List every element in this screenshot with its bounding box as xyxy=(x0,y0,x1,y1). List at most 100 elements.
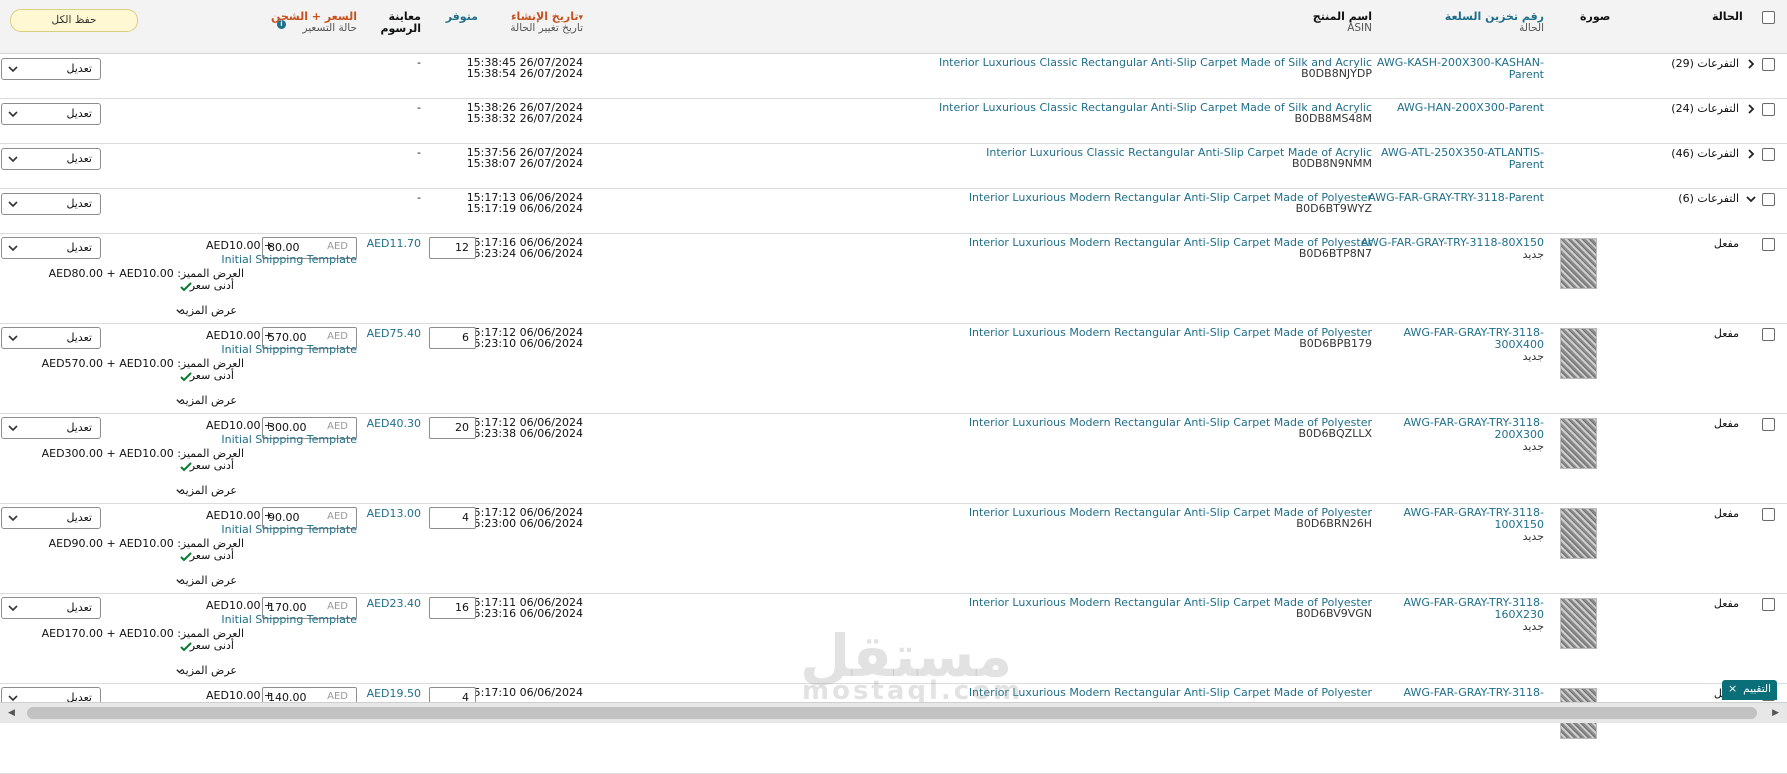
fees-link[interactable]: AED19.50 xyxy=(367,687,421,700)
chevron-down-icon[interactable] xyxy=(1744,192,1758,206)
shipping-template-link[interactable]: Initial Shipping Template xyxy=(221,433,357,446)
row-checkbox[interactable] xyxy=(1762,103,1775,116)
fees-link[interactable]: AED40.30 xyxy=(367,417,421,430)
chevron-down-icon[interactable] xyxy=(175,306,184,319)
show-more-link[interactable]: عرض المزيد xyxy=(180,304,237,317)
quantity-input[interactable]: 4 xyxy=(429,507,476,529)
product-thumbnail[interactable] xyxy=(1560,598,1597,649)
scroll-right-icon[interactable]: ▶ xyxy=(1772,708,1779,718)
parent-row: التفرعات (29) AWG-KASH-200X300-KASHAN- Par… xyxy=(0,54,1787,99)
header-created-sub: تاريخ تغيير الحالة xyxy=(510,22,583,34)
asin: B0D6BV9VGN xyxy=(1295,607,1372,620)
variations-link[interactable]: التفرعات (6) xyxy=(1678,192,1739,205)
check-icon xyxy=(180,462,192,472)
horizontal-scrollbar[interactable]: ◀ ▶ xyxy=(0,702,1787,723)
status-date: 15:23:16 06/06/2024 xyxy=(466,607,583,620)
chevron-right-icon[interactable] xyxy=(1744,147,1758,161)
quantity-input[interactable]: 12 xyxy=(429,237,476,259)
variations-link[interactable]: التفرعات (29) xyxy=(1671,57,1739,70)
row-checkbox[interactable] xyxy=(1762,418,1775,431)
status-date: 15:38:54 26/07/2024 xyxy=(466,67,583,80)
variations-link[interactable]: التفرعات (24) xyxy=(1671,102,1739,115)
product-name-link[interactable]: Interior Luxurious Modern Rectangular An… xyxy=(969,686,1372,699)
chevron-down-icon[interactable] xyxy=(175,576,184,589)
info-icon[interactable]: i xyxy=(277,20,286,29)
shipping-template-link[interactable]: Initial Shipping Template xyxy=(221,613,357,626)
asin: B0DB8MS48M xyxy=(1294,112,1372,125)
lowest-price-label: أدنى سعر xyxy=(189,549,234,562)
product-thumbnail[interactable] xyxy=(1560,508,1597,559)
close-icon[interactable]: × xyxy=(1728,682,1737,695)
header-available[interactable]: متوفر xyxy=(446,10,478,23)
shipping-template-link[interactable]: Initial Shipping Template xyxy=(221,343,357,356)
fees-value: - xyxy=(417,56,421,69)
status-date: 15:23:00 06/06/2024 xyxy=(466,517,583,530)
child-row: مفعل AWG-FAR-GRAY-TRY-3118- 200X300 جديد Int… xyxy=(0,414,1787,504)
row-checkbox[interactable] xyxy=(1762,238,1775,251)
sku-link[interactable]: AWG-HAN-200X300-Parent xyxy=(1397,101,1544,114)
product-thumbnail[interactable] xyxy=(1560,418,1597,469)
sku-link-line2[interactable]: Parent xyxy=(1509,68,1544,81)
scrollbar-thumb[interactable] xyxy=(27,707,1757,719)
header-status[interactable]: الحالة xyxy=(1712,10,1743,23)
save-all-button[interactable]: حفظ الكل xyxy=(10,9,138,32)
shipping-price: AED10.00 + xyxy=(206,329,274,342)
parent-row: التفرعات (24) AWG-HAN-200X300-Parent Inter… xyxy=(0,99,1787,144)
edit-dropdown[interactable]: تعديل xyxy=(1,327,101,349)
edit-dropdown[interactable]: تعديل xyxy=(1,103,101,125)
lowest-price-label: أدنى سعر xyxy=(189,279,234,292)
fees-link[interactable]: AED75.40 xyxy=(367,327,421,340)
edit-dropdown[interactable]: تعديل xyxy=(1,417,101,439)
fees-value: - xyxy=(417,101,421,114)
quantity-input[interactable]: 20 xyxy=(429,417,476,439)
feedback-button[interactable]: التقييم × xyxy=(1722,680,1777,700)
edit-dropdown[interactable]: تعديل xyxy=(1,193,101,215)
fees-link[interactable]: AED13.00 xyxy=(367,507,421,520)
show-more-link[interactable]: عرض المزيد xyxy=(180,664,237,677)
chevron-down-icon[interactable] xyxy=(175,666,184,679)
edit-dropdown[interactable]: تعديل xyxy=(1,507,101,529)
row-checkbox[interactable] xyxy=(1762,148,1775,161)
chevron-right-icon[interactable] xyxy=(1744,102,1758,116)
edit-dropdown[interactable]: تعديل xyxy=(1,58,101,80)
product-thumbnail[interactable] xyxy=(1560,238,1597,289)
fees-value: - xyxy=(417,146,421,159)
row-checkbox[interactable] xyxy=(1762,193,1775,206)
shipping-template-link[interactable]: Initial Shipping Template xyxy=(221,523,357,536)
sku-link[interactable]: AWG-FAR-GRAY-TRY-3118-80X150 xyxy=(1361,236,1544,249)
row-checkbox[interactable] xyxy=(1762,598,1775,611)
check-icon xyxy=(180,372,192,382)
select-all-checkbox[interactable] xyxy=(1762,11,1775,24)
shipping-template-link[interactable]: Initial Shipping Template xyxy=(221,253,357,266)
fees-link[interactable]: AED11.70 xyxy=(367,237,421,250)
shipping-price: AED10.00 + xyxy=(206,239,274,252)
fees-link[interactable]: AED23.40 xyxy=(367,597,421,610)
variations-link[interactable]: التفرعات (46) xyxy=(1671,147,1739,160)
quantity-input[interactable]: 16 xyxy=(429,597,476,619)
show-more-link[interactable]: عرض المزيد xyxy=(180,484,237,497)
child-row: مفعل AWG-FAR-GRAY-TRY-3118- 100X150 جديد Int… xyxy=(0,504,1787,594)
row-checkbox[interactable] xyxy=(1762,58,1775,71)
product-thumbnail[interactable] xyxy=(1560,328,1597,379)
chevron-down-icon[interactable] xyxy=(175,396,184,409)
child-row: مفعل AWG-FAR-GRAY-TRY-3118- 300X400 جديد Int… xyxy=(0,324,1787,414)
status-active: مفعل xyxy=(1713,507,1739,520)
edit-dropdown[interactable]: تعديل xyxy=(1,597,101,619)
sku-link-line2[interactable]: Parent xyxy=(1509,158,1544,171)
sku-link[interactable]: AWG-FAR-GRAY-TRY-3118-Parent xyxy=(1368,191,1544,204)
row-checkbox[interactable] xyxy=(1762,508,1775,521)
chevron-right-icon[interactable] xyxy=(1744,57,1758,71)
edit-dropdown[interactable]: تعديل xyxy=(1,148,101,170)
chevron-down-icon[interactable] xyxy=(175,486,184,499)
asin: B0D6BT9WYZ xyxy=(1295,202,1372,215)
status-active: مفعل xyxy=(1713,417,1739,430)
show-more-link[interactable]: عرض المزيد xyxy=(180,394,237,407)
parent-row: التفرعات (6) AWG-FAR-GRAY-TRY-3118-Parent… xyxy=(0,189,1787,234)
show-more-link[interactable]: عرض المزيد xyxy=(180,574,237,587)
scroll-left-icon[interactable]: ◀ xyxy=(8,708,15,718)
quantity-input[interactable]: 6 xyxy=(429,327,476,349)
lowest-price-label: أدنى سعر xyxy=(189,369,234,382)
asin: B0D6BTP8N7 xyxy=(1298,247,1372,260)
edit-dropdown[interactable]: تعديل xyxy=(1,237,101,259)
row-checkbox[interactable] xyxy=(1762,328,1775,341)
